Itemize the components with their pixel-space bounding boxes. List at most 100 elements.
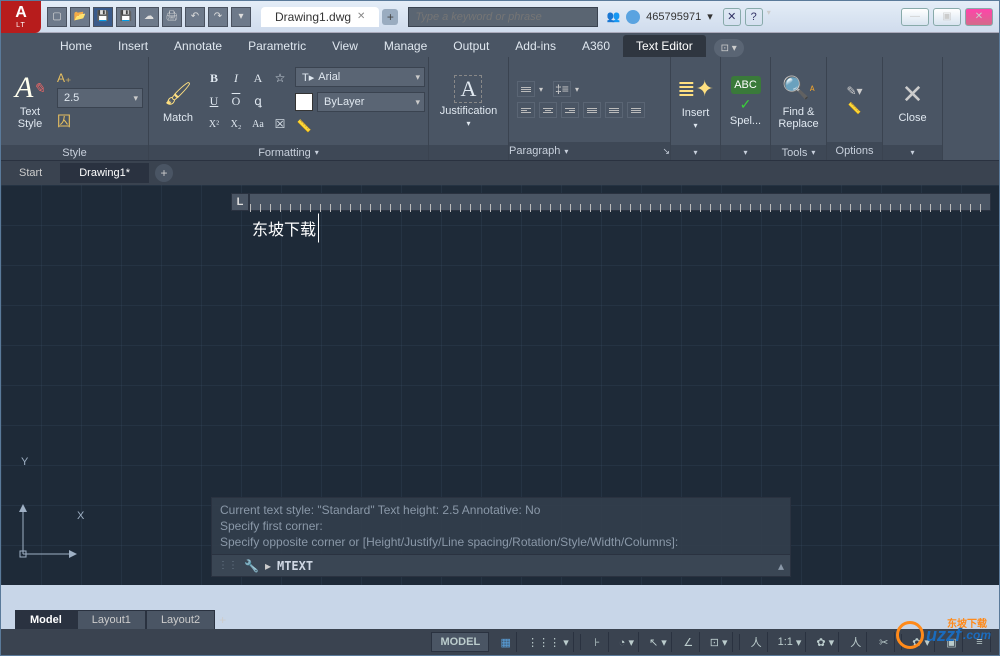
strike-button[interactable]: ꝗ [249,92,267,110]
status-grid-icon[interactable]: ▦ [495,632,517,652]
align-dist-button[interactable] [605,102,623,118]
user-menu-icon[interactable]: ▾ [707,10,713,23]
search-input[interactable] [408,7,598,27]
options-ruler-button[interactable]: 📏 [848,102,862,115]
align-dist2-button[interactable] [627,102,645,118]
status-angle-icon[interactable]: ∠ [678,632,700,652]
align-justify-button[interactable] [583,102,601,118]
drawtab-start[interactable]: Start [1,163,61,183]
horizontal-ruler[interactable] [249,193,991,211]
cmd-customize-icon[interactable]: 🔧 [244,559,259,573]
text-style-label: Text Style [9,106,51,130]
qat-plot-icon[interactable]: 🖨 [162,7,182,27]
command-window[interactable]: Current text style: "Standard" Text heig… [211,497,791,577]
linespacing-button[interactable]: ‡≡ [553,81,571,97]
help-icon[interactable]: ? [745,8,763,26]
match-button[interactable]: 🖌 Match [157,61,199,141]
tab-parametric[interactable]: Parametric [235,35,319,57]
status-polar-icon[interactable]: ◔ ▾ [615,632,639,652]
minimize-button[interactable]: — [901,8,929,26]
qat-cloud-icon[interactable]: ☁ [139,7,159,27]
insert-button[interactable]: ≣✦ Insert ▾ [675,61,717,141]
layout-tab-layout2[interactable]: Layout2 [146,610,215,629]
tab-a360[interactable]: A360 [569,35,623,57]
align-center-button[interactable] [539,102,557,118]
close-tab-icon[interactable]: ✕ [357,11,365,22]
tab-output[interactable]: Output [440,35,502,57]
annotative-icon[interactable]: A₊ [57,71,143,85]
tab-overflow-button[interactable]: ⊡ ▾ [714,39,744,57]
qat-open-icon[interactable]: 📂 [70,7,90,27]
cmd-grip-icon[interactable]: ⋮⋮ [218,560,238,571]
font-a-button[interactable]: A [249,69,267,87]
case-button[interactable]: Aa [249,115,267,133]
drawtab-drawing1[interactable]: Drawing1* [61,163,149,183]
tab-text-editor[interactable]: Text Editor [623,35,706,57]
tab-home[interactable]: Home [47,35,105,57]
drawtab-add-button[interactable]: + [155,164,173,182]
layout-tab-layout1[interactable]: Layout1 [77,610,146,629]
tab-view[interactable]: View [319,35,371,57]
close-editor-button[interactable]: ✕ Close [892,61,934,141]
fav-button[interactable]: ☆ [271,69,289,87]
status-ortho-icon[interactable]: ⊦ [587,632,609,652]
find-replace-button[interactable]: 🔍ᴀ Find & Replace [778,61,820,141]
user-avatar-icon [626,10,640,24]
underline-button[interactable]: U [205,92,223,110]
status-autoscale-icon[interactable]: ✂ [873,632,895,652]
exchange-icon[interactable]: ✕ [723,8,741,26]
qat-saveas-icon[interactable]: 💾 [116,7,136,27]
text-style-button[interactable]: A✎ Text Style [9,61,51,141]
font-combo[interactable]: T▸Arial [295,67,425,87]
bold-button[interactable]: B [205,69,223,87]
options-more-button[interactable]: ✎▾ [846,84,862,98]
clear-button[interactable]: ☒ [271,115,289,133]
superscript-button[interactable]: X² [205,115,223,133]
align-left-button[interactable] [517,102,535,118]
mask-icon[interactable]: 囚 [57,111,143,131]
layer-combo[interactable]: ByLayer [317,92,425,112]
align-right-button[interactable] [561,102,579,118]
text-height-combo[interactable]: 2.5 [57,88,143,108]
status-scale-button[interactable]: 1:1 ▾ [774,632,807,652]
drawing-canvas[interactable]: L 东坡下载 Y X Current text style: "Standard… [1,185,999,585]
italic-button[interactable]: I [227,69,245,87]
status-isodraft-icon[interactable]: ↖ ▾ [645,632,672,652]
status-annovisibility-icon[interactable]: 人 [845,632,867,652]
user-area[interactable]: 👥 465795971 ▾ [606,10,712,24]
cmd-recent-icon[interactable]: ▴ [778,559,784,573]
status-snap-icon[interactable]: ⋮⋮⋮ ▾ [523,632,574,652]
close-window-button[interactable]: ✕ [965,8,993,26]
ruler-icon[interactable]: 📏 [295,117,313,135]
layout-add-button[interactable]: + [219,613,233,627]
tab-manage[interactable]: Manage [371,35,440,57]
mtext-editor[interactable]: 东坡下载 [249,213,319,243]
status-osnap-icon[interactable]: ⊡ ▾ [706,632,733,652]
document-title: Drawing1.dwg [275,10,351,24]
qat-more-icon[interactable]: ▾ [231,7,251,27]
tab-insert[interactable]: Insert [105,35,161,57]
status-annoscale-icon[interactable]: 人 [746,632,768,652]
ucs-y-label: Y [21,456,28,468]
spellcheck-button[interactable]: ABC ✓ Spel... [725,61,767,141]
status-model-button[interactable]: MODEL [431,632,489,652]
document-tab[interactable]: Drawing1.dwg ✕ [261,7,379,27]
overline-button[interactable]: O [227,92,245,110]
app-logo[interactable]: A LT [1,1,41,33]
bullets-button[interactable] [517,81,535,97]
color-swatch[interactable] [295,93,313,111]
qat-new-icon[interactable]: ▢ [47,7,67,27]
justification-button[interactable]: A Justification ▾ [440,61,497,141]
status-gear-icon[interactable]: ✿ ▾ [812,632,839,652]
add-document-button[interactable]: + [382,9,398,25]
tab-annotate[interactable]: Annotate [161,35,235,57]
qat-save-icon[interactable]: 💾 [93,7,113,27]
maximize-button[interactable]: ▣ [933,8,961,26]
subscript-button[interactable]: X₂ [227,115,245,133]
layout-tab-model[interactable]: Model [15,610,77,629]
command-input[interactable]: MTEXT [277,559,772,573]
panel-insert-label: ▾ [671,145,720,160]
qat-undo-icon[interactable]: ↶ [185,7,205,27]
qat-redo-icon[interactable]: ↷ [208,7,228,27]
tab-addins[interactable]: Add-ins [502,35,569,57]
